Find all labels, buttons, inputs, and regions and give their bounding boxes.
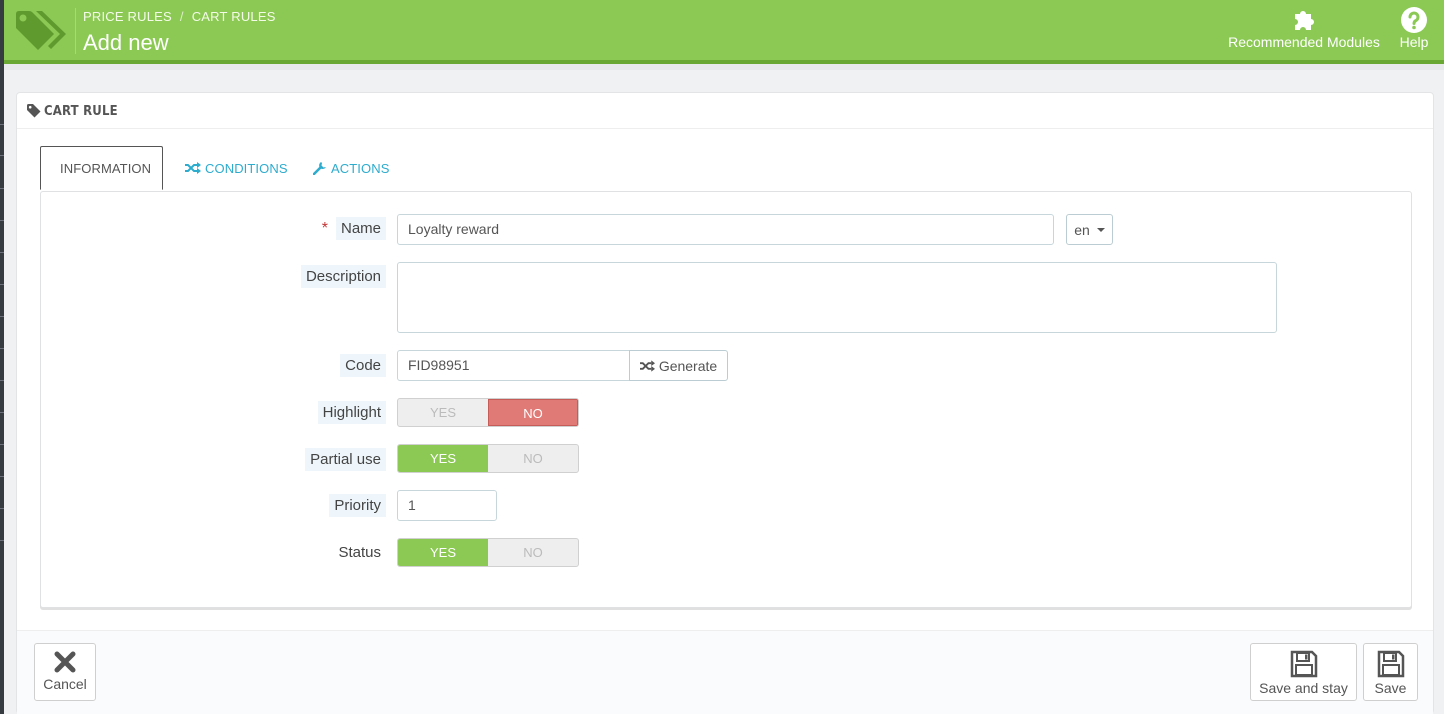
status-no-option[interactable]: NO <box>488 539 578 566</box>
partial-use-yes-option[interactable]: YES <box>398 445 488 472</box>
highlight-switch[interactable]: YES NO <box>397 398 579 427</box>
breadcrumb: PRICE RULES / CART RULES <box>83 9 276 24</box>
tab-content-information: * Name Loyalty reward en Description Cod… <box>40 191 1412 608</box>
language-label: en <box>1074 221 1090 238</box>
description-label-row: Description <box>41 265 386 288</box>
header-divider <box>75 8 76 54</box>
highlight-yes-option[interactable]: YES <box>398 399 488 426</box>
random-icon <box>639 359 655 372</box>
cancel-label: Cancel <box>43 676 87 692</box>
save-label: Save <box>1374 680 1407 696</box>
panel-heading: CART RULE <box>17 93 1433 129</box>
close-icon <box>54 651 76 673</box>
page-title: Add new <box>83 30 169 55</box>
save-and-stay-label: Save and stay <box>1259 680 1348 696</box>
name-input[interactable]: Loyalty reward <box>397 214 1054 245</box>
highlight-label-row: Highlight <box>41 401 386 424</box>
code-label-row: Code <box>41 354 386 377</box>
recommended-modules-button[interactable]: Recommended Modules <box>1224 6 1384 50</box>
partial-use-label: Partial use <box>305 448 386 471</box>
tag-icon <box>27 104 41 118</box>
description-label: Description <box>300 265 386 288</box>
recommended-modules-label: Recommended Modules <box>1228 34 1380 50</box>
question-circle-icon <box>1401 7 1427 33</box>
chevron-down-icon <box>1096 227 1105 232</box>
name-label: Name <box>335 217 386 240</box>
wrench-icon <box>313 162 326 175</box>
tab-conditions-label: CONDITIONS <box>205 160 288 176</box>
save-and-stay-button[interactable]: Save and stay <box>1250 643 1357 701</box>
status-label: Status <box>338 544 381 561</box>
tab-conditions[interactable]: CONDITIONS <box>170 146 303 190</box>
code-label: Code <box>340 354 386 377</box>
help-button[interactable]: Help <box>1394 6 1434 50</box>
breadcrumb-separator: / <box>179 9 184 24</box>
partial-use-no-option[interactable]: NO <box>488 445 578 472</box>
save-button[interactable]: Save <box>1363 643 1418 701</box>
tags-icon <box>16 11 66 50</box>
partial-use-switch[interactable]: YES NO <box>397 444 579 473</box>
description-textarea[interactable] <box>397 262 1277 333</box>
tab-information[interactable]: INFORMATION <box>40 146 163 190</box>
language-dropdown[interactable]: en <box>1066 214 1113 245</box>
random-icon <box>185 162 201 174</box>
save-icon <box>1290 650 1317 678</box>
required-marker: * <box>321 219 328 237</box>
header-shadow <box>4 64 1444 70</box>
cancel-button[interactable]: Cancel <box>34 643 96 701</box>
tab-information-label: INFORMATION <box>60 160 152 176</box>
save-icon <box>1377 650 1404 678</box>
priority-input[interactable]: 1 <box>397 490 497 521</box>
generate-label: Generate <box>658 357 718 374</box>
highlight-no-option[interactable]: NO <box>488 399 578 426</box>
cart-rule-panel: CART RULE INFORMATION CONDITIONS ACTIONS <box>16 92 1434 714</box>
breadcrumb-price-rules[interactable]: PRICE RULES <box>83 9 172 24</box>
status-yes-option[interactable]: YES <box>398 539 488 566</box>
panel-footer: Cancel Save and stay Save <box>17 630 1433 714</box>
generate-button[interactable]: Generate <box>629 350 728 381</box>
priority-label: Priority <box>329 494 386 517</box>
help-label: Help <box>1399 34 1429 50</box>
priority-label-row: Priority <box>41 494 386 517</box>
status-label-row: Status <box>41 541 386 564</box>
name-label-row: * Name <box>41 217 386 240</box>
breadcrumb-cart-rules[interactable]: CART RULES <box>192 9 276 24</box>
partial-use-label-row: Partial use <box>41 448 386 471</box>
puzzle-icon <box>1295 11 1314 30</box>
tab-actions[interactable]: ACTIONS <box>298 146 404 190</box>
code-input[interactable]: FID98951 <box>397 350 630 381</box>
tab-actions-label: ACTIONS <box>331 160 390 176</box>
highlight-label: Highlight <box>317 401 386 424</box>
panel-title: CART RULE <box>44 104 118 119</box>
left-sidebar-edge <box>0 0 4 714</box>
status-switch[interactable]: YES NO <box>397 538 579 567</box>
